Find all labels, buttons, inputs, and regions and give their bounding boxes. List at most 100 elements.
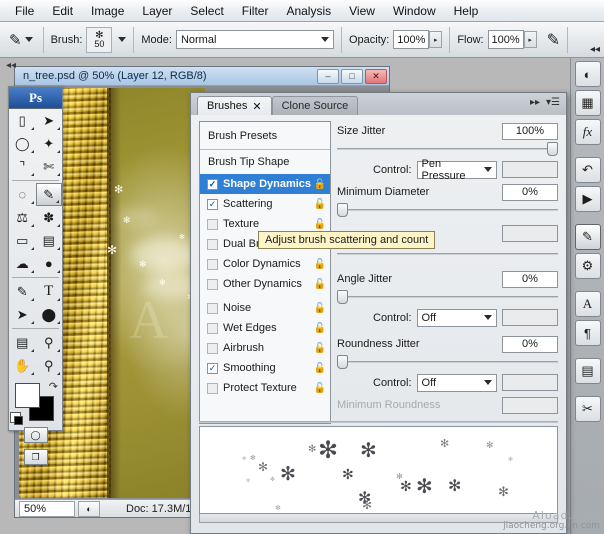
- quick-mask-mode-button[interactable]: ◯: [24, 427, 48, 443]
- healing-brush-tool[interactable]: ◌: [9, 183, 36, 206]
- brushes-panel-icon[interactable]: ✎: [575, 224, 601, 250]
- eyedropper-tool[interactable]: ⚲: [36, 331, 63, 354]
- angle-jitter-input[interactable]: 0%: [502, 271, 558, 288]
- lock-icon[interactable]: 🔓: [314, 259, 326, 270]
- texture-checkbox[interactable]: [207, 219, 218, 230]
- gradient-tool[interactable]: ▤: [36, 229, 63, 252]
- screen-mode-button[interactable]: ❐: [24, 449, 48, 465]
- menu-item-window[interactable]: Window: [384, 2, 445, 20]
- menu-item-file[interactable]: File: [6, 2, 43, 20]
- collapse-left-dock-icon[interactable]: ◂◂: [6, 60, 16, 71]
- list-item-color-dynamics[interactable]: Color Dynamics 🔓: [200, 254, 330, 274]
- minimum-diameter-input[interactable]: 0%: [502, 184, 558, 201]
- scattering-checkbox[interactable]: ✓: [207, 199, 218, 210]
- history-brush-tool[interactable]: ✽: [36, 206, 63, 229]
- move-tool[interactable]: ➤: [36, 109, 63, 132]
- current-tool-selector[interactable]: ✎: [6, 30, 36, 50]
- rectangular-marquee-tool[interactable]: ▯: [9, 109, 36, 132]
- angle-control-select[interactable]: Off: [417, 309, 497, 327]
- blend-mode-select[interactable]: Normal: [176, 30, 334, 49]
- brush-tool[interactable]: ✎: [36, 183, 63, 206]
- actions-panel-icon[interactable]: ▶: [575, 186, 601, 212]
- angle-control-extra-input[interactable]: [502, 309, 558, 326]
- brush-preset-preview[interactable]: ✻ 50: [86, 27, 112, 53]
- status-preview-icon[interactable]: ◐: [78, 501, 100, 517]
- slider-thumb[interactable]: [337, 355, 348, 369]
- flow-input[interactable]: 100%: [488, 30, 524, 49]
- maximize-button[interactable]: □: [341, 69, 363, 84]
- close-button[interactable]: ✕: [365, 69, 387, 84]
- path-selection-tool[interactable]: ➤: [9, 303, 36, 326]
- protect-texture-checkbox[interactable]: [207, 383, 218, 394]
- lock-icon[interactable]: 🔓: [314, 363, 326, 374]
- panel-menu-icon[interactable]: ▾☰: [546, 97, 560, 108]
- menu-item-image[interactable]: Image: [82, 2, 133, 20]
- shape-dynamics-checkbox[interactable]: ✓: [207, 179, 218, 190]
- roundness-jitter-input[interactable]: 0%: [502, 336, 558, 353]
- crop-tool[interactable]: ⌝: [9, 155, 36, 178]
- history-panel-icon[interactable]: ↶: [575, 157, 601, 183]
- hand-tool[interactable]: ✋: [9, 354, 36, 377]
- roundness-jitter-slider[interactable]: [337, 355, 558, 369]
- smoothing-checkbox[interactable]: ✓: [207, 363, 218, 374]
- brush-dropdown-chevron-icon[interactable]: [118, 37, 126, 42]
- lock-icon[interactable]: 🔓: [314, 323, 326, 334]
- size-jitter-input[interactable]: 100%: [502, 123, 558, 140]
- list-item-noise[interactable]: Noise 🔓: [200, 298, 330, 318]
- styles-panel-icon[interactable]: fx: [575, 119, 601, 145]
- noise-checkbox[interactable]: [207, 303, 218, 314]
- lock-icon[interactable]: 🔓: [314, 303, 326, 314]
- angle-jitter-slider[interactable]: [337, 290, 558, 304]
- dual-brush-checkbox[interactable]: [207, 239, 218, 250]
- list-item-shape-dynamics[interactable]: ✓ Shape Dynamics 🔓: [200, 174, 330, 194]
- paragraph-panel-icon[interactable]: ¶: [575, 320, 601, 346]
- roundness-control-select[interactable]: Off: [417, 374, 497, 392]
- list-item-wet-edges[interactable]: Wet Edges 🔓: [200, 318, 330, 338]
- list-item-smoothing[interactable]: ✓ Smoothing 🔓: [200, 358, 330, 378]
- tab-clone-source[interactable]: Clone Source: [272, 96, 359, 115]
- menu-item-layer[interactable]: Layer: [133, 2, 181, 20]
- list-item-brush-presets[interactable]: Brush Presets: [200, 122, 330, 150]
- size-jitter-slider[interactable]: [337, 142, 558, 156]
- type-tool[interactable]: T: [36, 280, 63, 303]
- menu-item-select[interactable]: Select: [181, 2, 232, 20]
- color-panel-icon[interactable]: ◐: [575, 61, 601, 87]
- zoom-tool[interactable]: ⚲: [36, 354, 63, 377]
- flow-slider-button[interactable]: ▸: [524, 31, 537, 48]
- clone-source-panel-icon[interactable]: ⚙: [575, 253, 601, 279]
- list-item-brush-tip-shape[interactable]: Brush Tip Shape: [200, 150, 330, 174]
- list-item-other-dynamics[interactable]: Other Dynamics 🔓: [200, 274, 330, 294]
- menu-item-edit[interactable]: Edit: [43, 2, 82, 20]
- zoom-level-input[interactable]: 50%: [19, 501, 75, 517]
- close-icon[interactable]: ✕: [252, 100, 261, 113]
- minimize-button[interactable]: –: [317, 69, 339, 84]
- ellipse-shape-tool[interactable]: ⬤: [36, 303, 63, 326]
- document-title-bar[interactable]: n_tree.psd @ 50% (Layer 12, RGB/8) – □ ✕: [15, 67, 389, 86]
- airbrush-checkbox[interactable]: [207, 343, 218, 354]
- default-colors-icon[interactable]: [10, 412, 21, 423]
- opacity-input[interactable]: 100%: [393, 30, 429, 49]
- eraser-tool[interactable]: ▭: [9, 229, 36, 252]
- menu-item-filter[interactable]: Filter: [233, 2, 278, 20]
- list-item-scattering[interactable]: ✓ Scattering 🔓: [200, 194, 330, 214]
- wet-edges-checkbox[interactable]: [207, 323, 218, 334]
- slider-thumb[interactable]: [337, 203, 348, 217]
- character-panel-icon[interactable]: A: [575, 291, 601, 317]
- size-control-select[interactable]: Pen Pressure: [417, 161, 497, 179]
- dodge-tool[interactable]: ●: [36, 252, 63, 275]
- opacity-slider-button[interactable]: ▸: [429, 31, 442, 48]
- list-item-protect-texture[interactable]: Protect Texture 🔓: [200, 378, 330, 398]
- pen-tool[interactable]: ✎: [9, 280, 36, 303]
- slice-tool[interactable]: ✄: [36, 155, 63, 178]
- menu-item-analysis[interactable]: Analysis: [277, 2, 340, 20]
- collapse-panels-icon[interactable]: ◂◂: [590, 44, 600, 55]
- lock-icon[interactable]: 🔓: [314, 199, 326, 210]
- other-dynamics-checkbox[interactable]: [207, 279, 218, 290]
- airbrush-toggle-icon[interactable]: ✎: [547, 30, 560, 50]
- notes-tool[interactable]: ▤: [9, 331, 36, 354]
- blur-tool[interactable]: ☁: [9, 252, 36, 275]
- slider-thumb[interactable]: [547, 142, 558, 156]
- lock-icon[interactable]: 🔓: [314, 179, 326, 190]
- layer-comps-panel-icon[interactable]: ▤: [575, 358, 601, 384]
- slider-thumb[interactable]: [337, 290, 348, 304]
